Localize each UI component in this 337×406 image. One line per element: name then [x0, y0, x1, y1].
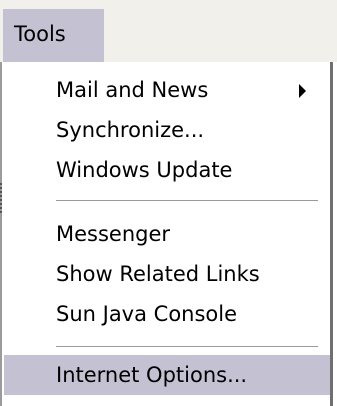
menu-item-internet-options[interactable]: Internet Options... [4, 355, 330, 395]
menu-item-messenger[interactable]: Messenger [2, 214, 330, 254]
submenu-arrow-icon [299, 84, 306, 98]
menu-separator [56, 346, 318, 348]
window-edge-grip [0, 183, 4, 213]
menu-item-label: Mail and News [56, 78, 209, 102]
menu-item-synchronize[interactable]: Synchronize... [2, 110, 330, 150]
menu-item-label: Windows Update [56, 158, 233, 182]
menu-item-label: Messenger [56, 222, 171, 246]
menu-item-label: Show Related Links [56, 262, 260, 286]
tools-dropdown: Mail and News Synchronize... Windows Upd… [0, 62, 333, 406]
menu-item-label: Sun Java Console [56, 302, 238, 326]
tools-menu-screenshot: Tools Mail and News Synchronize... Windo… [0, 0, 337, 406]
menu-separator [56, 200, 318, 202]
menu-item-mail-and-news[interactable]: Mail and News [2, 70, 330, 110]
menu-item-label: Synchronize... [56, 118, 205, 142]
menu-item-label: Internet Options... [56, 363, 248, 387]
menu-item-sun-java-console[interactable]: Sun Java Console [2, 294, 330, 334]
tools-menu-title[interactable]: Tools [3, 9, 104, 62]
menu-item-windows-update[interactable]: Windows Update [2, 150, 330, 190]
menu-item-show-related-links[interactable]: Show Related Links [2, 254, 330, 294]
menu-bar: Tools [0, 0, 337, 62]
